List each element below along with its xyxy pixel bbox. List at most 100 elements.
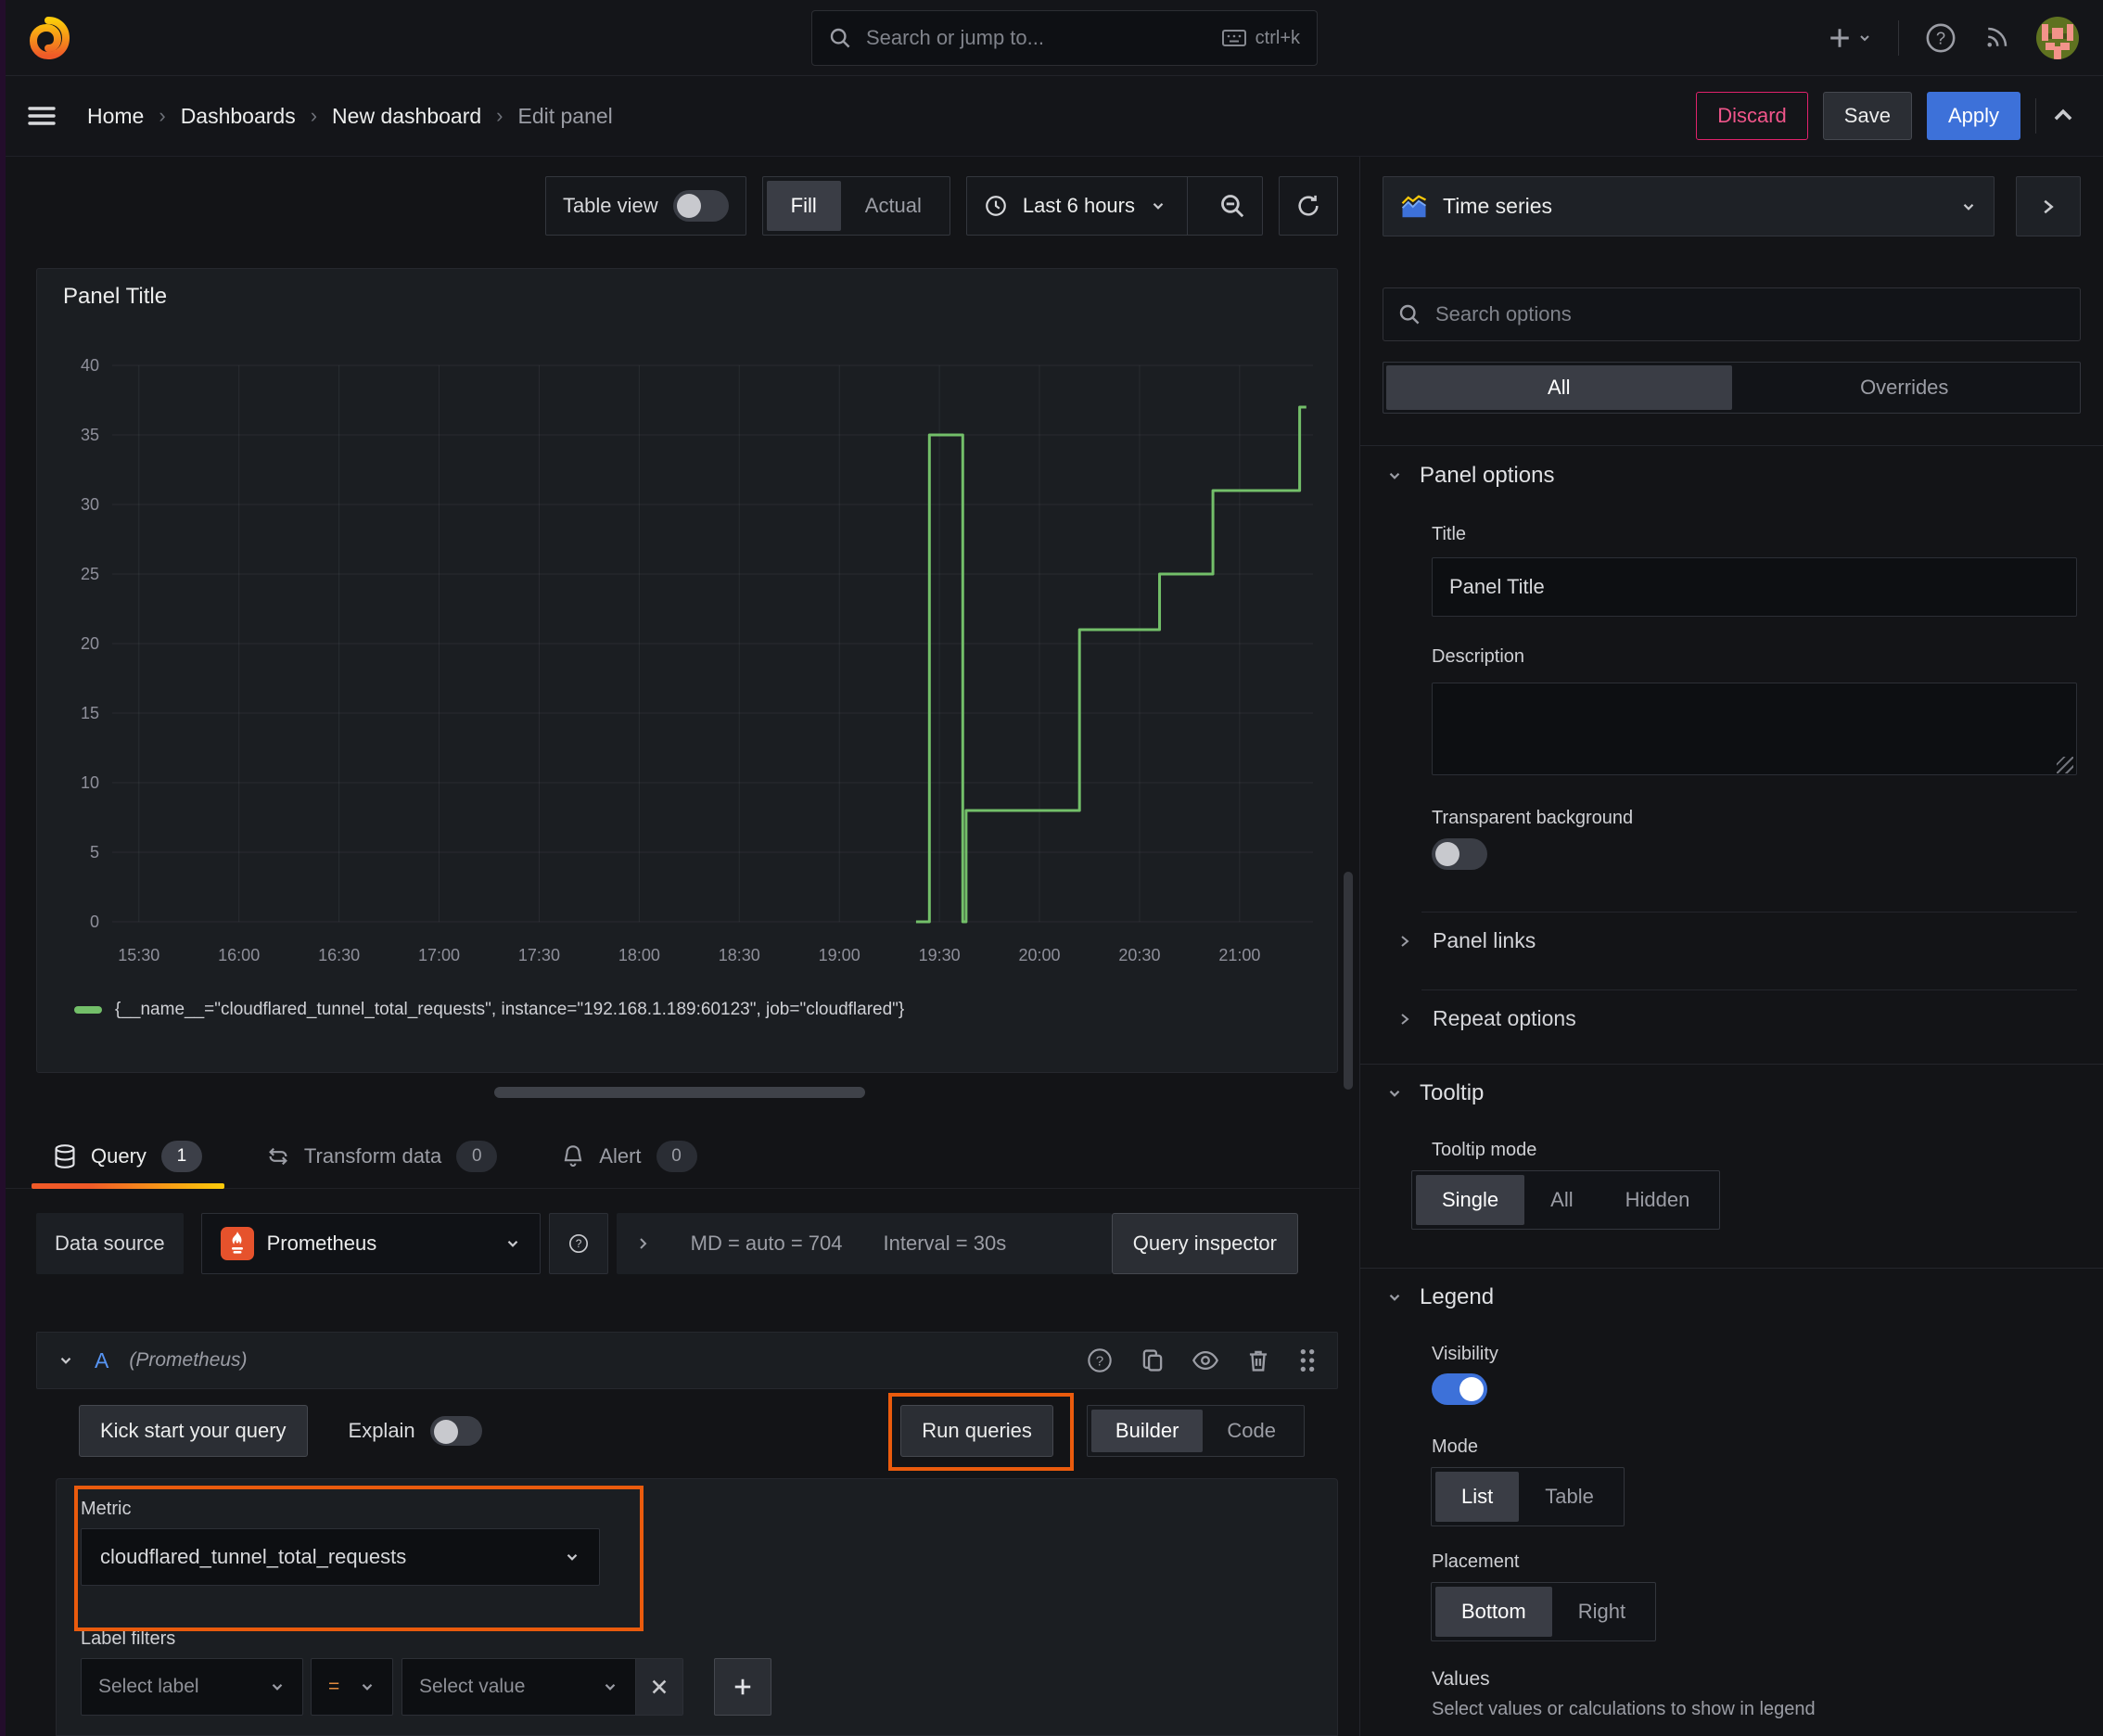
operator-dropdown[interactable]: = [311,1658,393,1716]
remove-filter-button[interactable] [636,1658,683,1716]
tooltip-hidden-option[interactable]: Hidden [1600,1175,1716,1225]
kick-start-query-button[interactable]: Kick start your query [79,1405,308,1457]
search-input[interactable] [864,25,1209,51]
legend-visibility-toggle[interactable] [1432,1373,1487,1405]
tab-alert[interactable]: Alert 0 [538,1124,720,1188]
tooltip-section[interactable]: Tooltip [1386,1080,1484,1106]
query-help-icon[interactable]: ? [1087,1347,1113,1373]
vertical-scrollbar[interactable] [1344,872,1353,1090]
legend-item[interactable]: {__name__="cloudflared_tunnel_total_requ… [74,1000,904,1020]
menu-toggle[interactable] [28,105,56,127]
refresh-button[interactable] [1279,176,1338,236]
zoom-out-time-button[interactable] [1203,193,1262,219]
select-value-dropdown[interactable]: Select value [401,1658,636,1716]
query-ref-id[interactable]: A [95,1348,108,1373]
user-avatar[interactable] [2036,17,2079,59]
svg-text:?: ? [1096,1353,1103,1369]
fill-option[interactable]: Fill [766,181,841,231]
legend-section[interactable]: Legend [1386,1284,1494,1310]
edit-panel-main: Table view Fill Actual Last 6 hours Pane… [0,157,1359,1736]
mode-label: Mode [1432,1436,1479,1457]
select-label-dropdown[interactable]: Select label [81,1658,303,1716]
query-section-tabs: Query 1 Transform data 0 Alert 0 [0,1124,1359,1189]
chevron-down-icon [1963,203,1974,211]
svg-text:16:00: 16:00 [218,946,260,964]
apply-button[interactable]: Apply [1926,92,2020,140]
grafana-logo[interactable] [26,16,70,60]
drag-handle-icon[interactable] [1298,1347,1317,1373]
svg-text:30: 30 [81,495,99,514]
explain-toggle[interactable] [429,1416,482,1446]
time-range-picker[interactable]: Last 6 hours [965,176,1263,236]
svg-text:19:30: 19:30 [919,946,961,964]
discard-button[interactable]: Discard [1696,92,1808,140]
chevron-right-icon [639,1238,647,1249]
options-search[interactable] [1383,287,2081,341]
tab-all[interactable]: All [1386,365,1732,410]
run-queries-button[interactable]: Run queries [900,1405,1053,1457]
tooltip-single-option[interactable]: Single [1416,1175,1525,1225]
collapse-query-icon[interactable] [57,1352,74,1369]
textarea-resize-grip[interactable] [2057,757,2073,773]
visualization-picker[interactable]: Time series [1383,176,1995,236]
code-option[interactable]: Code [1203,1410,1300,1452]
tab-overrides[interactable]: Overrides [1732,365,2078,410]
table-view-toggle[interactable] [672,190,729,222]
alert-count-badge: 0 [656,1140,697,1172]
transparent-background-label: Transparent background [1432,808,1634,828]
chevron-down-icon [1389,472,1400,479]
mode-table-option[interactable]: Table [1519,1472,1620,1522]
placement-right-option[interactable]: Right [1552,1587,1651,1637]
tab-transform-data[interactable]: Transform data 0 [243,1124,521,1188]
repeat-options-section[interactable]: Repeat options [1397,1006,1576,1031]
global-search[interactable]: ctrl+k [811,10,1318,66]
pane-resize-handle[interactable] [494,1087,865,1098]
tooltip-all-option[interactable]: All [1524,1175,1599,1225]
collapse-options-button[interactable] [2016,176,2081,236]
panel-links-section[interactable]: Panel links [1397,928,1536,953]
chevron-down-icon [605,1683,616,1691]
metric-select[interactable]: cloudflared_tunnel_total_requests [81,1528,600,1586]
help-button[interactable]: ? [1925,22,1956,54]
time-series-chart[interactable]: 0 5 10 15 20 25 30 35 40 15:30 16:00 16:30 17:00 17:3… [52,342,1322,973]
placement-bottom-option[interactable]: Bottom [1435,1587,1552,1637]
chevron-down-icon [567,1553,578,1561]
builder-option[interactable]: Builder [1090,1410,1204,1452]
description-field-label: Description [1432,646,1525,667]
transparent-background-toggle[interactable] [1432,838,1487,870]
collapse-header-button[interactable] [2051,104,2075,128]
svg-text:40: 40 [81,356,99,375]
chevron-down-icon [1389,1294,1400,1301]
add-filter-button[interactable] [714,1658,771,1716]
grafana-edit-panel: ctrl+k ? [0,0,2103,1736]
chevron-right-icon [2044,199,2054,213]
duplicate-query-icon[interactable] [1141,1348,1165,1372]
prometheus-icon [220,1227,254,1260]
query-inspector-button[interactable]: Query inspector [1111,1213,1298,1274]
data-source-help-button[interactable]: ? [548,1213,608,1274]
hide-query-eye-icon[interactable] [1192,1348,1218,1372]
search-icon [829,27,851,49]
breadcrumb-new-dashboard[interactable]: New dashboard [332,104,481,129]
bell-icon [562,1144,584,1168]
actual-option[interactable]: Actual [841,181,946,231]
delete-query-trash-icon[interactable] [1246,1348,1270,1372]
breadcrumb-dashboards[interactable]: Dashboards [181,104,296,129]
mode-list-option[interactable]: List [1435,1472,1520,1522]
query-options-summary[interactable]: MD = auto = 704 Interval = 30s [616,1213,1112,1274]
breadcrumb-home[interactable]: Home [87,104,144,129]
add-menu-button[interactable] [1828,26,1872,50]
news-rss-button[interactable] [1982,24,2010,52]
description-textarea[interactable] [1432,683,2077,775]
legend-placement-segmented: Bottom Right [1431,1582,1657,1641]
panel-view-toolbar: Table view Fill Actual Last 6 hours [544,176,1338,236]
panel-title: Panel Title [63,284,168,309]
options-search-input[interactable] [1434,301,2065,327]
tab-query[interactable]: Query 1 [30,1124,226,1189]
panel-title-input[interactable] [1432,557,2077,617]
title-field-label: Title [1432,524,1467,544]
panel-options-section[interactable]: Panel options [1386,463,1554,489]
data-source-picker[interactable]: Prometheus [200,1213,541,1274]
legend-label: {__name__="cloudflared_tunnel_total_requ… [115,1000,905,1019]
save-button[interactable]: Save [1822,92,1912,140]
